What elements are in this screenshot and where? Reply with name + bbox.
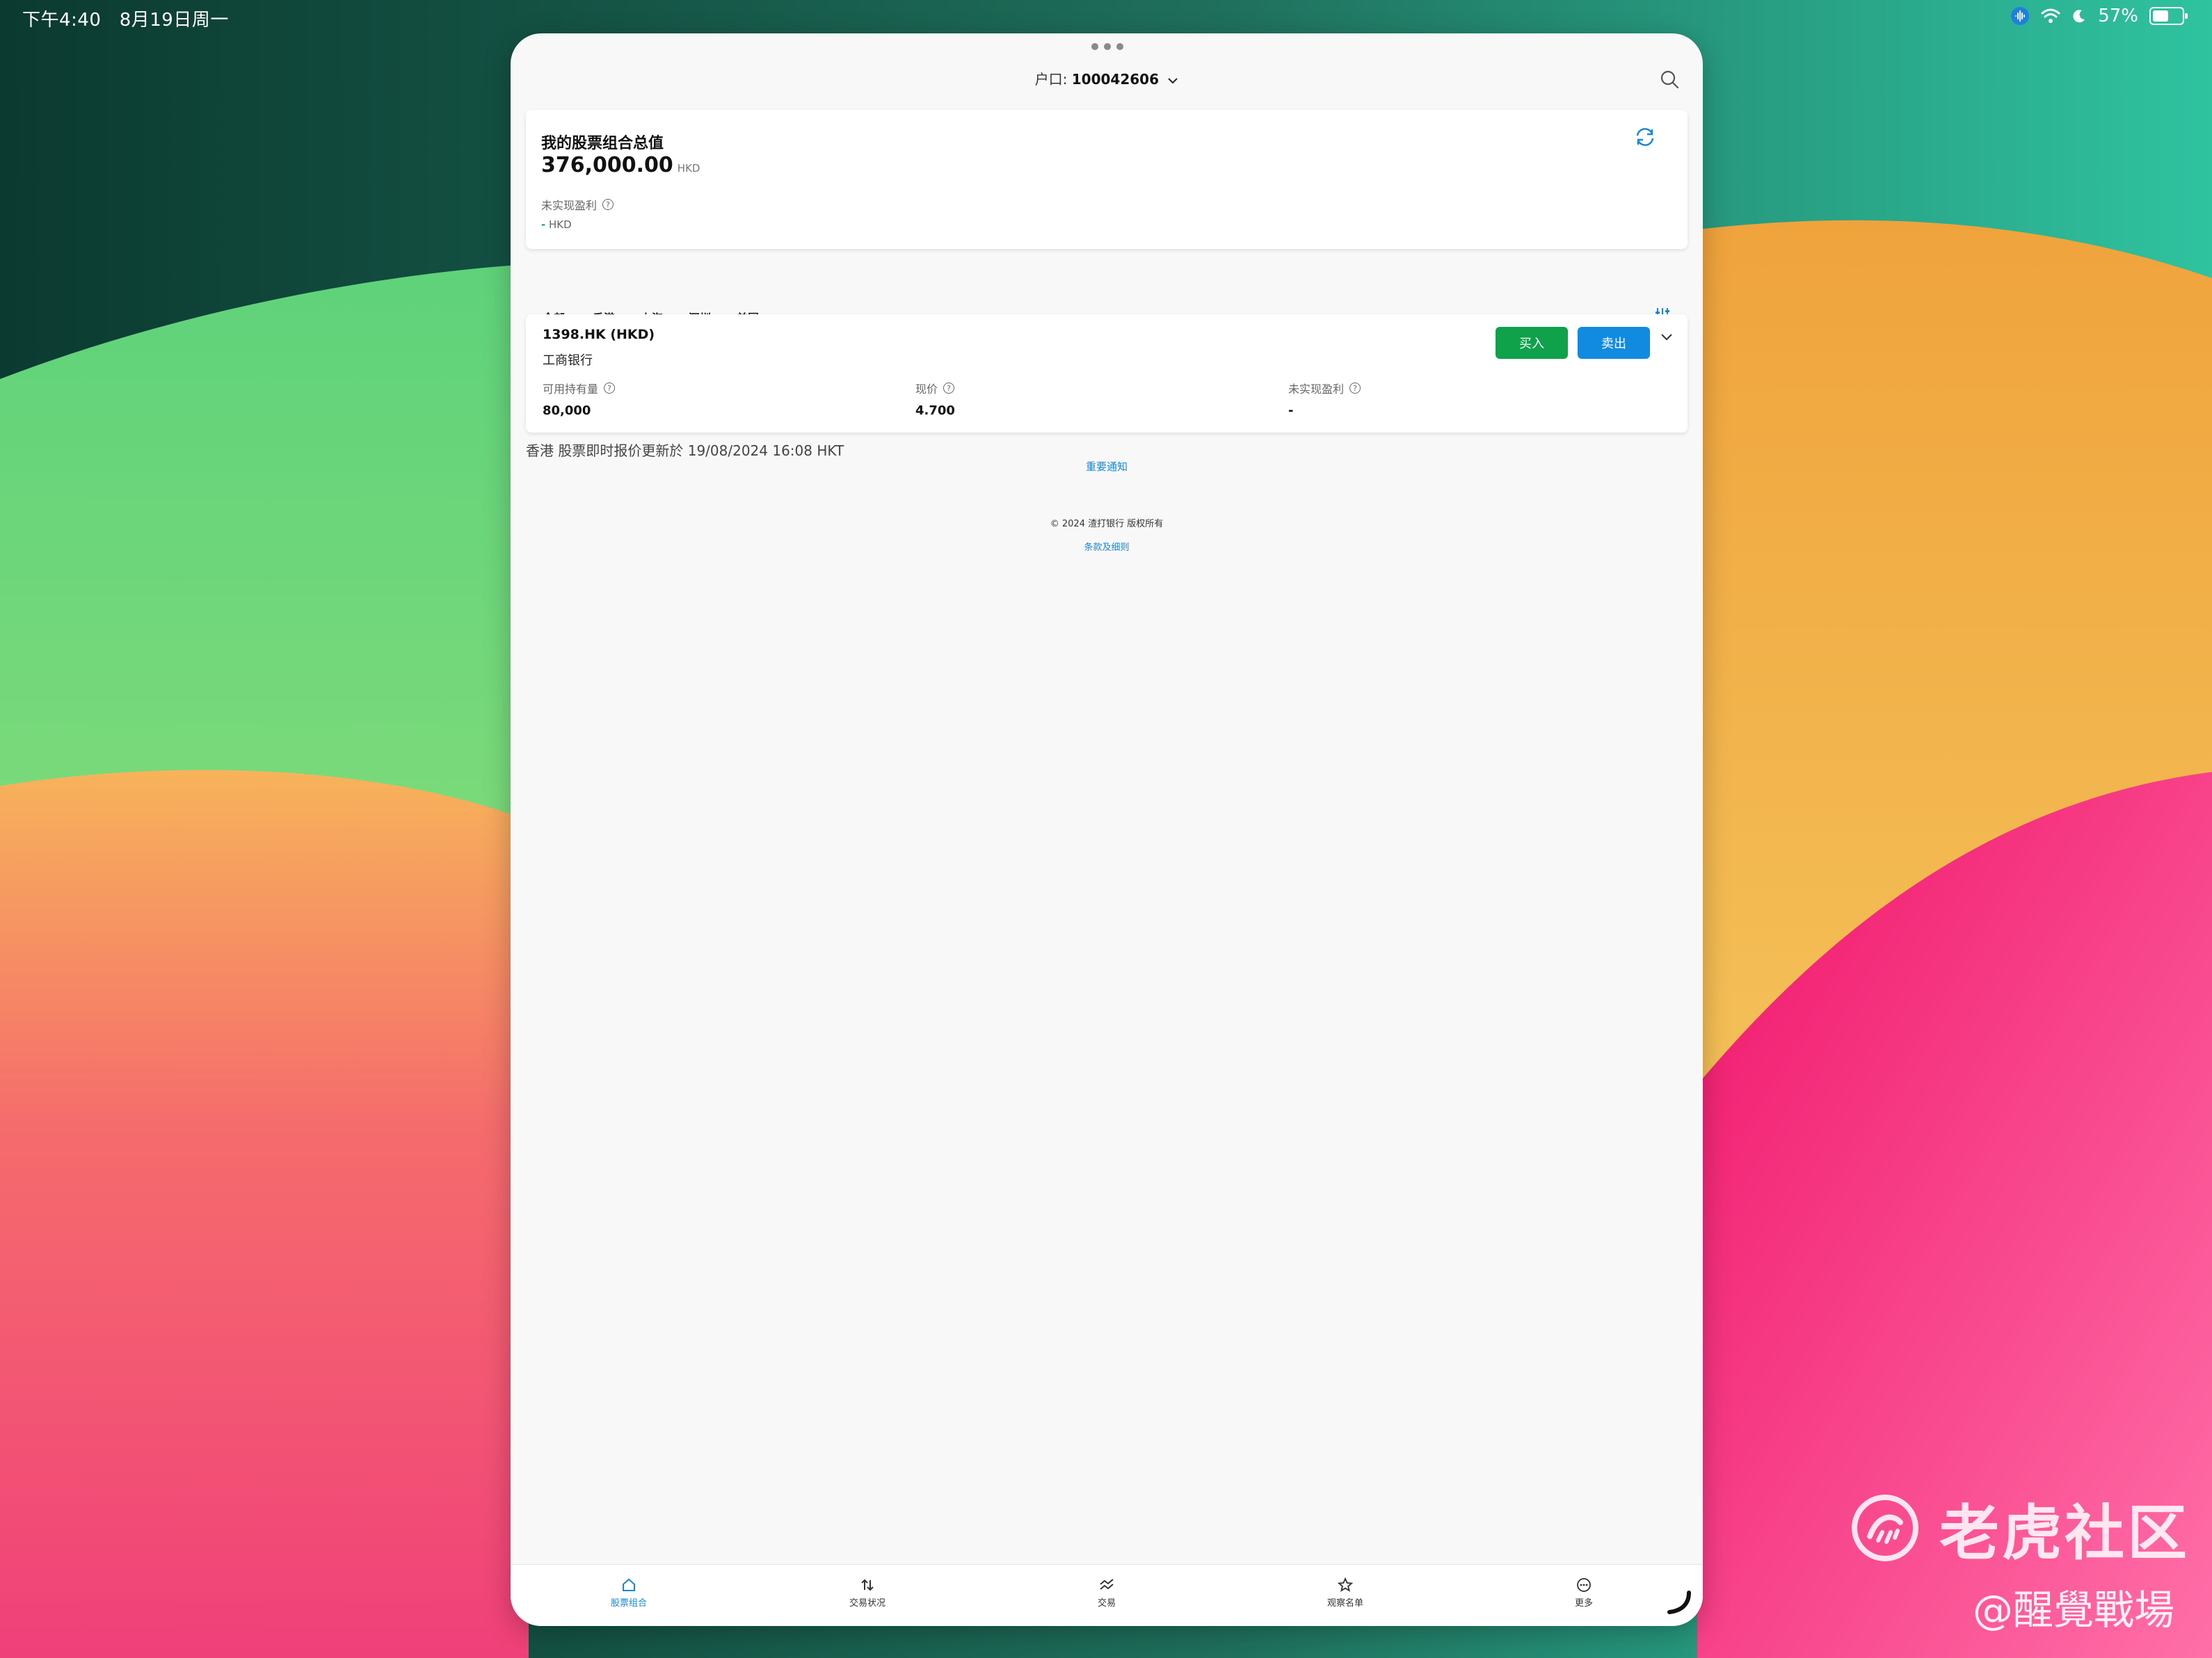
transfer-arrows-icon — [861, 1579, 874, 1591]
trend-icon — [1100, 1579, 1114, 1590]
battery-icon — [2149, 7, 2188, 25]
help-icon[interactable]: ? — [604, 383, 616, 394]
tiger-logo-icon — [1852, 1494, 1918, 1561]
refresh-icon[interactable] — [1633, 127, 1657, 147]
status-indicators: 57% — [2010, 6, 2188, 26]
search-icon[interactable] — [1660, 70, 1679, 89]
holding-name: 工商银行 — [543, 353, 593, 368]
quantity-column: 可用持有量? 80,000 — [543, 380, 616, 418]
status-time: 下午4:40 — [22, 10, 102, 31]
nav-portfolio-label: 股票组合 — [610, 1598, 647, 1609]
nav-trade-status-label: 交易状况 — [849, 1598, 885, 1609]
app-window: 户口: 100042606 我的股票组合总值 376,000.00 HKD 未实现… — [511, 33, 1703, 1626]
holding-card[interactable]: 1398.HK (HKD) 工商银行 买入 卖出 可用持有量? 80,000 现… — [526, 314, 1688, 433]
chevron-down-icon — [1168, 77, 1178, 83]
battery-level — [2153, 10, 2168, 22]
nav-portfolio[interactable]: 股票组合 — [587, 1577, 671, 1609]
sell-button[interactable]: 卖出 — [1578, 327, 1650, 359]
unrealized-column: 未实现盈利? - — [1288, 380, 1361, 418]
status-bar: 下午4:40 8月19日周一 57% — [0, 0, 2212, 33]
unrealized-value: - — [541, 218, 546, 231]
home-icon — [623, 1578, 635, 1591]
total-value-amount: 376,000.00 — [541, 153, 673, 177]
multitask-handle[interactable] — [1091, 43, 1123, 50]
quantity-label-text: 可用持有量 — [543, 383, 599, 396]
unrealized-profit-label: 未实现盈利 ? — [541, 196, 614, 213]
price-label-text: 现价 — [915, 383, 938, 396]
price-label: 现价? — [915, 380, 955, 396]
chevron-down-icon[interactable] — [1660, 332, 1674, 342]
status-time-date: 下午4:40 8月19日周一 — [22, 6, 229, 31]
nav-trade[interactable]: 交易 — [1065, 1577, 1148, 1609]
terms-link[interactable]: 条款及细则 — [511, 540, 1703, 553]
quantity-value: 80,000 — [543, 403, 591, 418]
nav-trade-label: 交易 — [1097, 1598, 1116, 1609]
voice-memo-icon — [2011, 7, 2030, 25]
account-selector[interactable]: 户口: 100042606 — [511, 68, 1703, 88]
wifi-icon — [2041, 8, 2060, 23]
bottom-tab-bar: 股票组合 交易状况 交易 观察名单 更多 — [511, 1564, 1703, 1626]
holding-unrealized-label-text: 未实现盈利 — [1288, 383, 1345, 396]
nav-watchlist[interactable]: 观察名单 — [1304, 1577, 1387, 1609]
portfolio-title: 我的股票组合总值 — [541, 135, 664, 152]
holding-symbol: 1398.HK (HKD) — [543, 327, 655, 342]
total-value-currency: HKD — [677, 162, 700, 175]
price-value: 4.700 — [915, 403, 955, 418]
portfolio-total-value: 376,000.00 HKD — [541, 153, 700, 177]
brand-watermark-text: 老虎社区 — [1939, 1499, 2190, 1568]
important-notice-link[interactable]: 重要通知 — [511, 459, 1703, 474]
star-icon — [1338, 1577, 1353, 1592]
more-icon — [1577, 1578, 1591, 1592]
nav-trade-status[interactable]: 交易状况 — [826, 1577, 909, 1609]
nav-more[interactable]: 更多 — [1542, 1577, 1626, 1609]
help-icon[interactable]: ? — [602, 199, 614, 210]
brand-watermark: 老虎社区 — [1850, 1484, 2190, 1571]
help-icon[interactable]: ? — [943, 383, 955, 394]
help-icon[interactable]: ? — [1349, 383, 1361, 394]
resize-handle-icon[interactable] — [1665, 1588, 1693, 1616]
unrealized-profit-value: - HKD — [541, 218, 572, 231]
holding-unrealized-value: - — [1288, 403, 1294, 418]
unrealized-label-text: 未实现盈利 — [541, 199, 598, 212]
copyright-text: © 2024 渣打银行 版权所有 — [1050, 519, 1164, 529]
holding-unrealized-label: 未实现盈利? — [1288, 380, 1361, 396]
moon-icon — [2073, 10, 2085, 23]
account-label: 户口: — [1034, 71, 1068, 88]
quantity-label: 可用持有量? — [543, 380, 616, 396]
buy-button[interactable]: 买入 — [1496, 327, 1568, 359]
portfolio-summary-card: 我的股票组合总值 376,000.00 HKD 未实现盈利 ? - HKD — [526, 110, 1688, 249]
status-date: 8月19日周一 — [119, 10, 229, 31]
price-column: 现价? 4.700 — [915, 380, 955, 418]
battery-percent: 57% — [2098, 6, 2138, 26]
nav-more-label: 更多 — [1574, 1598, 1593, 1609]
quote-update-notice: 香港 股票即时报价更新於 19/08/2024 16:08 HKT — [526, 442, 844, 459]
nav-watchlist-label: 观察名单 — [1327, 1598, 1363, 1609]
unrealized-currency: HKD — [549, 218, 572, 231]
account-number: 100042606 — [1071, 71, 1159, 88]
author-watermark: @醒覺戰場 — [1973, 1586, 2175, 1634]
